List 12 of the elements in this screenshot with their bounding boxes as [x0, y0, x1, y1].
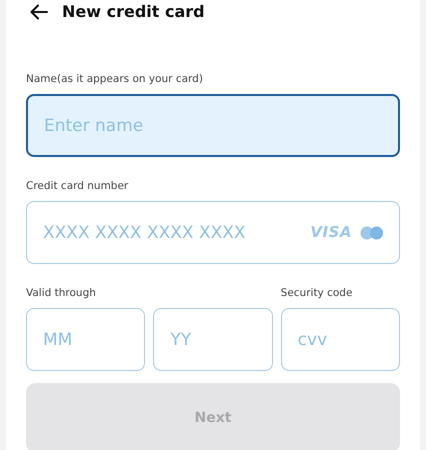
valid-through-label: Valid through	[26, 287, 97, 300]
card-circles-icon	[360, 226, 384, 240]
cvv-field[interactable]: cvv	[280, 308, 400, 371]
name-label: Name(as it appears on your card)	[26, 73, 204, 86]
name-input-field[interactable]: Enter name	[26, 94, 400, 157]
card-brand-logo: VISA	[310, 222, 352, 244]
card-number-label: Credit card number	[26, 180, 130, 193]
page-title: New credit card	[62, 2, 205, 22]
back-arrow-icon[interactable]	[30, 4, 48, 20]
security-code-label: Security code	[280, 287, 354, 300]
year-field[interactable]: YY	[153, 308, 273, 371]
month-field[interactable]: MM	[26, 308, 146, 371]
